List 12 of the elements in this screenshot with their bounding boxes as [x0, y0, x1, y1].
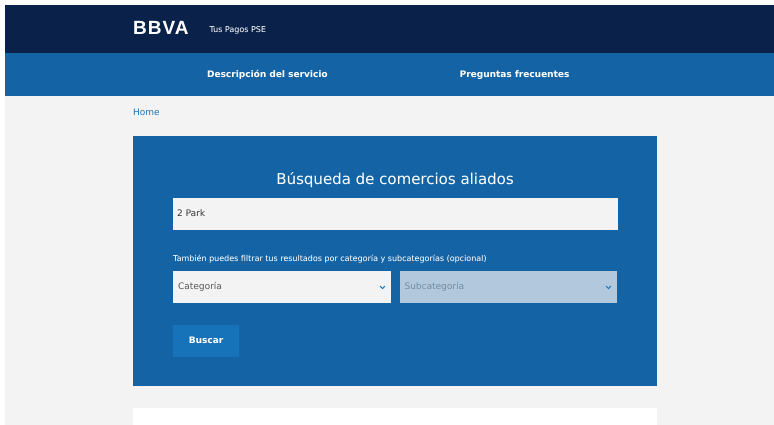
- nav-link[interactable]: Descripción del servicio: [207, 70, 328, 80]
- bank-logo[interactable]: BBVA: [133, 18, 190, 40]
- search-field[interactable]: 2 Park: [173, 198, 618, 230]
- filter-hint: También puedes filtrar tus resultados por categoría y subcategorías (opcional): [173, 254, 488, 263]
- card-title: Búsqueda de comercios aliados: [275, 170, 515, 188]
- chevron-down-icon: [378, 284, 386, 290]
- nav-link[interactable]: Preguntas frecuentes: [460, 70, 570, 80]
- search-button[interactable]: Buscar: [173, 325, 239, 357]
- category-select[interactable]: Categoría: [173, 271, 390, 303]
- breadcrumb-link[interactable]: Home: [133, 108, 160, 118]
- site-subtitle: Tus Pagos PSE: [209, 24, 266, 34]
- chevron-down-icon: [605, 284, 612, 290]
